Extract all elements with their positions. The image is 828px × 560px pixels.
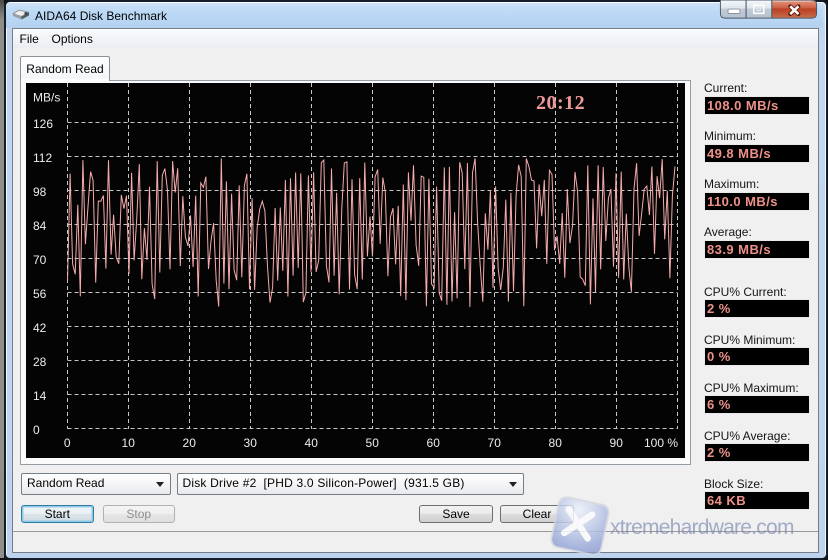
svg-text:56: 56 xyxy=(33,287,47,301)
svg-text:40: 40 xyxy=(305,436,319,450)
svg-text:28: 28 xyxy=(33,355,47,369)
svg-text:60: 60 xyxy=(427,436,441,450)
svg-text:80: 80 xyxy=(549,436,563,450)
svg-text:20: 20 xyxy=(183,436,197,450)
svg-text:10: 10 xyxy=(122,436,136,450)
svg-text:0: 0 xyxy=(33,423,40,437)
svg-text:42: 42 xyxy=(33,321,47,335)
svg-text:50: 50 xyxy=(366,436,380,450)
svg-text:112: 112 xyxy=(33,151,52,165)
svg-text:0: 0 xyxy=(64,436,71,450)
svg-text:70: 70 xyxy=(33,253,47,267)
svg-text:MB/s: MB/s xyxy=(33,91,60,105)
svg-text:90: 90 xyxy=(610,436,624,450)
svg-text:70: 70 xyxy=(488,436,502,450)
svg-text:84: 84 xyxy=(33,219,47,233)
svg-text:100 %: 100 % xyxy=(644,436,678,450)
svg-text:126: 126 xyxy=(33,117,53,131)
svg-text:98: 98 xyxy=(33,185,47,199)
svg-text:30: 30 xyxy=(244,436,258,450)
svg-text:14: 14 xyxy=(33,389,47,403)
svg-text:20:12: 20:12 xyxy=(536,92,585,114)
